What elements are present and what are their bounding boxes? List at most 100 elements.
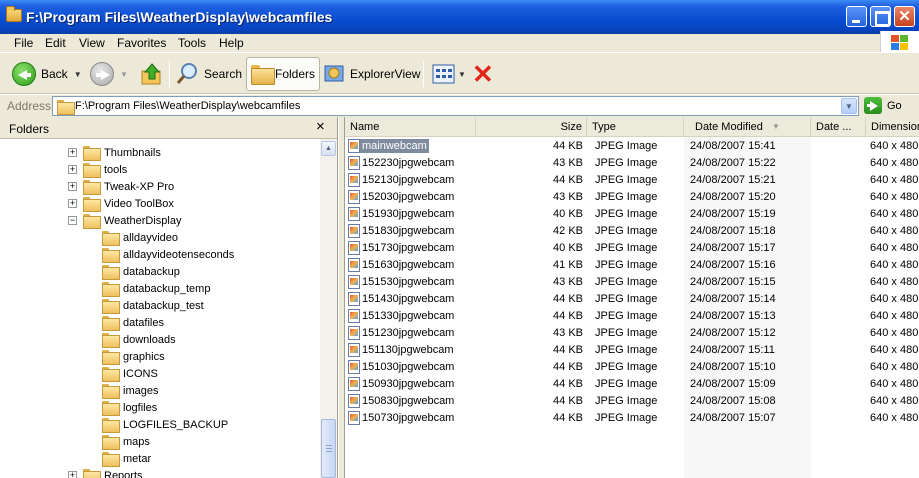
folder-icon xyxy=(83,214,101,229)
column-size[interactable]: Size xyxy=(476,117,587,137)
chevron-down-icon[interactable]: ▼ xyxy=(458,70,466,79)
column-date-modified-label: Date Modified xyxy=(695,121,763,133)
tree-item[interactable]: downloads xyxy=(102,331,176,348)
address-bar: Address F:\Program Files\WeatherDisplay\… xyxy=(0,95,919,117)
chevron-down-icon[interactable]: ▼ xyxy=(120,70,128,79)
folder-icon xyxy=(102,282,120,297)
expand-icon[interactable]: + xyxy=(68,148,77,157)
column-dimensions[interactable]: Dimensions xyxy=(866,117,919,137)
minimize-button[interactable] xyxy=(846,6,867,27)
tree-item[interactable]: logfiles xyxy=(102,399,157,416)
close-button[interactable]: ✕ xyxy=(894,6,915,27)
file-size: 44 KB xyxy=(553,310,583,322)
expand-icon[interactable]: + xyxy=(68,471,77,478)
column-name[interactable]: Name xyxy=(345,117,476,137)
title-bar[interactable]: F:\Program Files\WeatherDisplay\webcamfi… xyxy=(0,0,919,34)
tree-item[interactable]: alldayvideo xyxy=(102,229,178,246)
explorer-view-button[interactable]: ExplorerView xyxy=(324,59,420,89)
file-row[interactable]: 150730jpgwebcam 44 KB JPEG Image 24/08/2007… xyxy=(345,410,919,427)
menu-favorites[interactable]: Favorites xyxy=(117,36,166,50)
search-button[interactable]: Search xyxy=(176,59,242,89)
address-path[interactable]: F:\Program Files\WeatherDisplay\webcamfi… xyxy=(75,100,300,112)
folder-icon xyxy=(102,401,120,416)
file-row[interactable]: 151230jpgwebcam 43 KB JPEG Image 24/08/2007… xyxy=(345,325,919,342)
menu-tools[interactable]: Tools xyxy=(178,36,206,50)
file-row[interactable]: 150930jpgwebcam 44 KB JPEG Image 24/08/2007… xyxy=(345,376,919,393)
tree-item-label: datafiles xyxy=(123,316,164,329)
file-row[interactable]: mainwebcam 44 KB JPEG Image 24/08/2007 15:4… xyxy=(345,138,919,155)
file-row[interactable]: 151730jpgwebcam 40 KB JPEG Image 24/08/2007… xyxy=(345,240,919,257)
menu-file[interactable]: File xyxy=(14,36,33,50)
back-label: Back xyxy=(41,67,68,81)
vertical-scrollbar[interactable]: ▲ xyxy=(320,139,337,478)
address-input[interactable]: F:\Program Files\WeatherDisplay\webcamfi… xyxy=(52,96,859,116)
forward-button[interactable]: ▼ xyxy=(90,59,128,89)
tree-item[interactable]: databackup xyxy=(102,263,180,280)
tree-item[interactable]: metar xyxy=(102,450,151,467)
maximize-button[interactable] xyxy=(870,6,891,27)
tree-item[interactable]: databackup_test xyxy=(102,297,204,314)
tree-item[interactable]: + Reports xyxy=(68,467,143,478)
tree-item[interactable]: + Tweak-XP Pro xyxy=(68,178,174,195)
tree-item[interactable]: ICONS xyxy=(102,365,158,382)
tree-item-label: alldayvideotenseconds xyxy=(123,248,235,261)
file-name: mainwebcam xyxy=(360,139,429,153)
file-row[interactable]: 151930jpgwebcam 40 KB JPEG Image 24/08/2007… xyxy=(345,206,919,223)
file-row[interactable]: 151130jpgwebcam 44 KB JPEG Image 24/08/2007… xyxy=(345,342,919,359)
tree-item[interactable]: datafiles xyxy=(102,314,164,331)
jpeg-file-icon xyxy=(348,309,360,323)
scrollbar-thumb[interactable] xyxy=(321,419,336,478)
expand-icon[interactable]: + xyxy=(68,182,77,191)
tree-item[interactable]: − WeatherDisplay xyxy=(68,212,181,229)
file-row[interactable]: 152130jpgwebcam 44 KB JPEG Image 24/08/2007… xyxy=(345,172,919,189)
menu-help[interactable]: Help xyxy=(219,36,244,50)
file-row[interactable]: 151330jpgwebcam 44 KB JPEG Image 24/08/2007… xyxy=(345,308,919,325)
file-name: 150730jpgwebcam xyxy=(362,412,455,424)
tree-item[interactable]: + tools xyxy=(68,161,127,178)
delete-button[interactable]: ✕ xyxy=(472,59,494,89)
chevron-down-icon[interactable]: ▼ xyxy=(74,70,82,79)
tree-item[interactable]: alldayvideotenseconds xyxy=(102,246,234,263)
file-name: 151730jpgwebcam xyxy=(362,242,455,254)
tree-item-label: Reports xyxy=(104,469,143,478)
file-dimensions: 640 x 480 xyxy=(870,276,919,288)
file-type: JPEG Image xyxy=(595,225,658,237)
file-row[interactable]: 150830jpgwebcam 44 KB JPEG Image 24/08/2007… xyxy=(345,393,919,410)
file-row[interactable]: 151030jpgwebcam 44 KB JPEG Image 24/08/2007… xyxy=(345,359,919,376)
column-date-taken[interactable]: Date ... xyxy=(811,117,866,137)
file-row[interactable]: 151630jpgwebcam 41 KB JPEG Image 24/08/2007… xyxy=(345,257,919,274)
back-button[interactable]: Back ▼ xyxy=(12,59,82,89)
file-row[interactable]: 152030jpgwebcam 43 KB JPEG Image 24/08/2007… xyxy=(345,189,919,206)
collapse-icon[interactable]: − xyxy=(68,216,77,225)
file-row[interactable]: 151430jpgwebcam 44 KB JPEG Image 24/08/2007… xyxy=(345,291,919,308)
expand-icon[interactable]: + xyxy=(68,165,77,174)
column-date-modified[interactable]: Date Modified ▼ xyxy=(684,117,811,137)
tree-item[interactable]: + Video ToolBox xyxy=(68,195,174,212)
chevron-down-icon[interactable]: ▼ xyxy=(841,98,857,114)
tree-item[interactable]: + Thumbnails xyxy=(68,144,161,161)
jpeg-file-icon xyxy=(348,292,360,306)
menu-edit[interactable]: Edit xyxy=(45,36,66,50)
tree-item[interactable]: databackup_temp xyxy=(102,280,210,297)
menu-view[interactable]: View xyxy=(79,36,105,50)
file-name: 151230jpgwebcam xyxy=(362,327,455,339)
folders-button[interactable]: Folders xyxy=(246,57,320,91)
tree-item[interactable]: LOGFILES_BACKUP xyxy=(102,416,228,433)
tree-item-label: databackup xyxy=(123,265,180,278)
file-row[interactable]: 152230jpgwebcam 43 KB JPEG Image 24/08/2007… xyxy=(345,155,919,172)
up-folder-button[interactable] xyxy=(141,59,163,89)
tree-item[interactable]: graphics xyxy=(102,348,165,365)
close-pane-button[interactable]: × xyxy=(316,118,325,135)
file-date-modified: 24/08/2007 15:17 xyxy=(690,242,776,254)
scroll-up-icon[interactable]: ▲ xyxy=(321,141,336,156)
column-type[interactable]: Type xyxy=(587,117,684,137)
file-row[interactable]: 151530jpgwebcam 43 KB JPEG Image 24/08/2007… xyxy=(345,274,919,291)
file-name: 150930jpgwebcam xyxy=(362,378,455,390)
expand-icon[interactable]: + xyxy=(68,199,77,208)
go-button[interactable]: Go xyxy=(864,97,902,114)
views-button[interactable]: ▼ xyxy=(432,59,466,89)
tree-item[interactable]: maps xyxy=(102,433,150,450)
file-row[interactable]: 151830jpgwebcam 42 KB JPEG Image 24/08/2007… xyxy=(345,223,919,240)
tree-item-label: images xyxy=(123,384,159,397)
tree-item[interactable]: images xyxy=(102,382,158,399)
